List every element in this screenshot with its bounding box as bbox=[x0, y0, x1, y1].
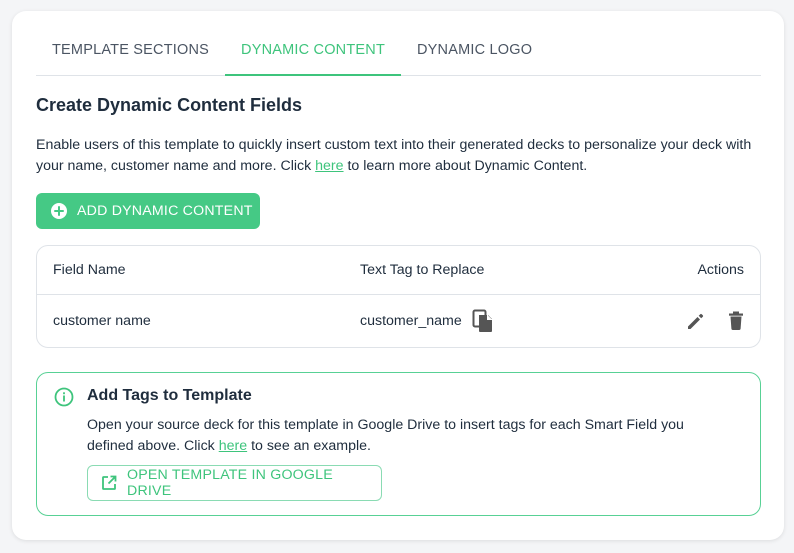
text-tag-cell: customer_name bbox=[360, 313, 462, 329]
description-text-end: to learn more about Dynamic Content. bbox=[343, 158, 588, 174]
header-actions: Actions bbox=[697, 262, 744, 278]
info-icon bbox=[54, 387, 74, 412]
add-dynamic-content-label: ADD DYNAMIC CONTENT bbox=[77, 203, 253, 219]
trash-icon[interactable] bbox=[727, 311, 745, 335]
open-in-google-drive-label: OPEN TEMPLATE IN GOOGLE DRIVE bbox=[127, 467, 333, 499]
open-in-google-drive-button[interactable]: OPEN TEMPLATE IN GOOGLE DRIVE bbox=[87, 465, 382, 501]
table-header-row: Field Name Text Tag to Replace Actions bbox=[37, 246, 760, 295]
section-title: Create Dynamic Content Fields bbox=[36, 95, 303, 115]
tab-dynamic-content[interactable]: DYNAMIC CONTENT bbox=[225, 35, 402, 76]
dynamic-fields-table: Field Name Text Tag to Replace Actions c… bbox=[36, 245, 761, 348]
copy-icon[interactable] bbox=[472, 309, 494, 337]
pencil-icon[interactable] bbox=[686, 311, 706, 335]
example-link[interactable]: here bbox=[219, 438, 247, 454]
plus-circle-icon bbox=[51, 203, 67, 219]
learn-more-link[interactable]: here bbox=[315, 158, 343, 174]
external-link-icon bbox=[101, 475, 117, 491]
header-text-tag: Text Tag to Replace bbox=[360, 262, 485, 278]
section-description: Enable users of this template to quickly… bbox=[36, 135, 764, 177]
tab-template-sections[interactable]: TEMPLATE SECTIONS bbox=[36, 35, 225, 76]
info-title: Add Tags to Template bbox=[87, 387, 252, 404]
header-field-name: Field Name bbox=[53, 262, 126, 278]
dynamic-content-card: TEMPLATE SECTIONS DYNAMIC CONTENT DYNAMI… bbox=[12, 11, 784, 540]
table-row: customer name customer_name bbox=[37, 295, 760, 348]
add-dynamic-content-button[interactable]: ADD DYNAMIC CONTENT bbox=[36, 193, 260, 229]
tab-bar: TEMPLATE SECTIONS DYNAMIC CONTENT DYNAMI… bbox=[36, 35, 761, 76]
info-text-end: to see an example. bbox=[247, 438, 371, 454]
add-tags-info-box: Add Tags to Template Open your source de… bbox=[36, 372, 761, 516]
info-text-start: Open your source deck for this template … bbox=[87, 417, 684, 454]
info-text: Open your source deck for this template … bbox=[87, 415, 727, 457]
field-name-cell: customer name bbox=[53, 313, 151, 329]
tab-dynamic-logo[interactable]: DYNAMIC LOGO bbox=[401, 35, 548, 76]
